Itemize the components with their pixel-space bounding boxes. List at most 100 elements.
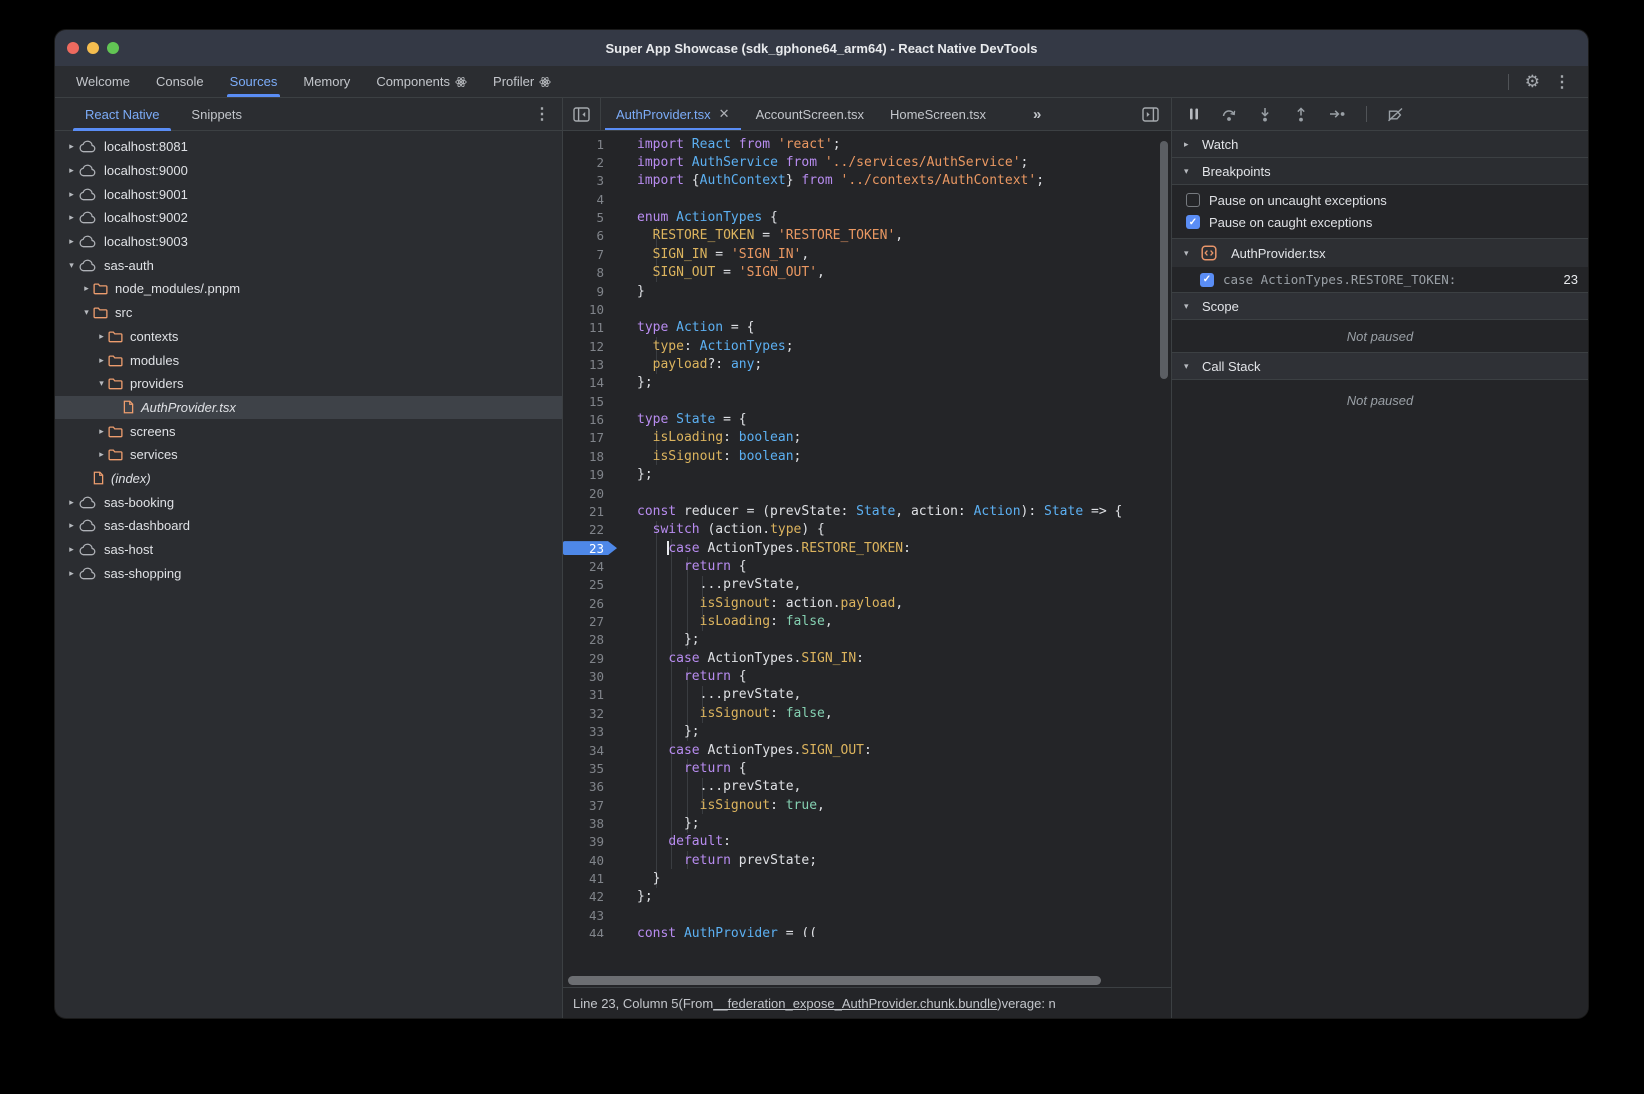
line-number[interactable]: 24 bbox=[563, 559, 604, 574]
code-line-40[interactable]: 40 return prevState; bbox=[563, 851, 1157, 869]
line-number[interactable]: 9 bbox=[563, 284, 604, 299]
line-number[interactable]: 43 bbox=[563, 908, 604, 923]
code-line-27[interactable]: 27 isLoading: false, bbox=[563, 612, 1157, 630]
tree-row-localhost-9000[interactable]: ▸localhost:9000 bbox=[55, 159, 562, 183]
code-editor[interactable]: 1import React from 'react';2import AuthS… bbox=[563, 131, 1171, 987]
code-line-32[interactable]: 32 isSignout: false, bbox=[563, 704, 1157, 722]
code-line-42[interactable]: 42}; bbox=[563, 888, 1157, 906]
tree-row-src[interactable]: ▾src bbox=[55, 301, 562, 325]
code-line-30[interactable]: 30 return { bbox=[563, 667, 1157, 685]
code-line-18[interactable]: 18 isSignout: boolean; bbox=[563, 447, 1157, 465]
editor-tab-accountscreen-tsx[interactable]: AccountScreen.tsx bbox=[743, 98, 877, 130]
line-number[interactable]: 31 bbox=[563, 687, 604, 702]
code-line-39[interactable]: 39 default: bbox=[563, 833, 1157, 851]
code-line-34[interactable]: 34 case ActionTypes.SIGN_OUT: bbox=[563, 741, 1157, 759]
tree-row-sas-dashboard[interactable]: ▸sas-dashboard bbox=[55, 514, 562, 538]
pause-icon[interactable] bbox=[1187, 107, 1201, 121]
line-number[interactable]: 30 bbox=[563, 669, 604, 684]
line-number[interactable]: 41 bbox=[563, 871, 604, 886]
chevron-right-icon[interactable]: ▸ bbox=[65, 236, 78, 247]
pause-caught-checkbox[interactable]: ✓ bbox=[1186, 215, 1200, 229]
tree-row-sas-host[interactable]: ▸sas-host bbox=[55, 538, 562, 562]
tab-components[interactable]: Components bbox=[363, 66, 480, 97]
code-line-23[interactable]: 23 case ActionTypes.RESTORE_TOKEN: bbox=[563, 539, 1157, 557]
line-number[interactable]: 12 bbox=[563, 339, 604, 354]
tab-profiler[interactable]: Profiler bbox=[480, 66, 564, 97]
tree-row-localhost-9002[interactable]: ▸localhost:9002 bbox=[55, 206, 562, 230]
scope-section-header[interactable]: ▾ Scope bbox=[1172, 292, 1588, 320]
chevron-right-icon[interactable]: ▸ bbox=[65, 212, 78, 223]
line-number[interactable]: 44 bbox=[563, 926, 604, 937]
line-number[interactable]: 28 bbox=[563, 632, 604, 647]
editor-tab-authprovider-tsx[interactable]: AuthProvider.tsx✕ bbox=[603, 98, 743, 130]
breakpoint-entry-checkbox[interactable]: ✓ bbox=[1200, 273, 1214, 287]
settings-gear-icon[interactable]: ⚙ bbox=[1519, 72, 1546, 92]
code-line-25[interactable]: 25 ...prevState, bbox=[563, 576, 1157, 594]
code-line-6[interactable]: 6 RESTORE_TOKEN = 'RESTORE_TOKEN', bbox=[563, 227, 1157, 245]
line-number[interactable]: 26 bbox=[563, 596, 604, 611]
line-number[interactable]: 7 bbox=[563, 247, 604, 262]
line-number[interactable]: 16 bbox=[563, 412, 604, 427]
close-tab-icon[interactable]: ✕ bbox=[719, 106, 730, 122]
code-line-4[interactable]: 4 bbox=[563, 190, 1157, 208]
code-line-35[interactable]: 35 return { bbox=[563, 759, 1157, 777]
chevron-right-icon[interactable]: ▸ bbox=[65, 568, 78, 579]
code-line-5[interactable]: 5enum ActionTypes { bbox=[563, 208, 1157, 226]
tree-row-authprovider-tsx[interactable]: AuthProvider.tsx bbox=[55, 396, 562, 420]
line-number[interactable]: 15 bbox=[563, 394, 604, 409]
deactivate-breakpoints-icon[interactable] bbox=[1387, 107, 1404, 122]
code-line-17[interactable]: 17 isLoading: boolean; bbox=[563, 429, 1157, 447]
line-number[interactable]: 21 bbox=[563, 504, 604, 519]
line-number[interactable]: 36 bbox=[563, 779, 604, 794]
code-line-29[interactable]: 29 case ActionTypes.SIGN_IN: bbox=[563, 649, 1157, 667]
tree-row--index-[interactable]: (index) bbox=[55, 467, 562, 491]
line-number[interactable]: 25 bbox=[563, 577, 604, 592]
line-number[interactable]: 37 bbox=[563, 798, 604, 813]
code-line-3[interactable]: 3import {AuthContext} from '../contexts/… bbox=[563, 172, 1157, 190]
editor-tab-homescreen-tsx[interactable]: HomeScreen.tsx bbox=[877, 98, 999, 130]
code-line-28[interactable]: 28 }; bbox=[563, 631, 1157, 649]
line-number[interactable]: 27 bbox=[563, 614, 604, 629]
chevron-right-icon[interactable]: ▸ bbox=[65, 165, 78, 176]
horizontal-scrollbar[interactable] bbox=[568, 976, 1101, 985]
breakpoints-section-header[interactable]: ▾ Breakpoints bbox=[1172, 158, 1588, 185]
chevron-right-icon[interactable]: ▸ bbox=[65, 189, 78, 200]
code-line-7[interactable]: 7 SIGN_IN = 'SIGN_IN', bbox=[563, 245, 1157, 263]
code-line-21[interactable]: 21const reducer = (prevState: State, act… bbox=[563, 502, 1157, 520]
pause-caught-row[interactable]: ✓ Pause on caught exceptions bbox=[1172, 211, 1588, 233]
collapse-debugger-icon[interactable] bbox=[1134, 98, 1171, 130]
code-line-8[interactable]: 8 SIGN_OUT = 'SIGN_OUT', bbox=[563, 264, 1157, 282]
tab-overflow-chevron[interactable]: » bbox=[1025, 98, 1047, 130]
vertical-scrollbar[interactable] bbox=[1160, 141, 1168, 379]
line-number[interactable]: 39 bbox=[563, 834, 604, 849]
pause-uncaught-row[interactable]: Pause on uncaught exceptions bbox=[1172, 189, 1588, 211]
step-out-icon[interactable] bbox=[1293, 107, 1309, 122]
line-number[interactable]: 34 bbox=[563, 743, 604, 758]
navigator-more-icon[interactable]: ⋮ bbox=[526, 98, 562, 130]
line-number[interactable]: 1 bbox=[563, 137, 604, 152]
line-number[interactable]: 17 bbox=[563, 430, 604, 445]
navigator-tab-snippets[interactable]: Snippets bbox=[175, 98, 258, 130]
chevron-right-icon[interactable]: ▸ bbox=[80, 283, 93, 294]
chevron-right-icon[interactable]: ▸ bbox=[95, 355, 108, 366]
chevron-right-icon[interactable]: ▸ bbox=[95, 449, 108, 460]
pause-uncaught-checkbox[interactable] bbox=[1186, 193, 1200, 207]
tree-row-contexts[interactable]: ▸contexts bbox=[55, 325, 562, 349]
code-line-15[interactable]: 15 bbox=[563, 392, 1157, 410]
tab-welcome[interactable]: Welcome bbox=[63, 66, 143, 97]
chevron-right-icon[interactable]: ▸ bbox=[65, 497, 78, 508]
code-line-16[interactable]: 16type State = { bbox=[563, 410, 1157, 428]
code-line-38[interactable]: 38 }; bbox=[563, 814, 1157, 832]
tree-row-screens[interactable]: ▸screens bbox=[55, 419, 562, 443]
tree-row-modules[interactable]: ▸modules bbox=[55, 348, 562, 372]
tree-row-localhost-9001[interactable]: ▸localhost:9001 bbox=[55, 182, 562, 206]
code-line-9[interactable]: 9} bbox=[563, 282, 1157, 300]
line-number[interactable]: 13 bbox=[563, 357, 604, 372]
line-number[interactable]: 5 bbox=[563, 210, 604, 225]
tab-memory[interactable]: Memory bbox=[290, 66, 363, 97]
code-line-14[interactable]: 14}; bbox=[563, 374, 1157, 392]
line-number[interactable]: 3 bbox=[563, 173, 604, 188]
line-number[interactable]: 38 bbox=[563, 816, 604, 831]
breakpoint-file-row[interactable]: ▾ AuthProvider.tsx bbox=[1172, 239, 1588, 267]
code-line-31[interactable]: 31 ...prevState, bbox=[563, 686, 1157, 704]
